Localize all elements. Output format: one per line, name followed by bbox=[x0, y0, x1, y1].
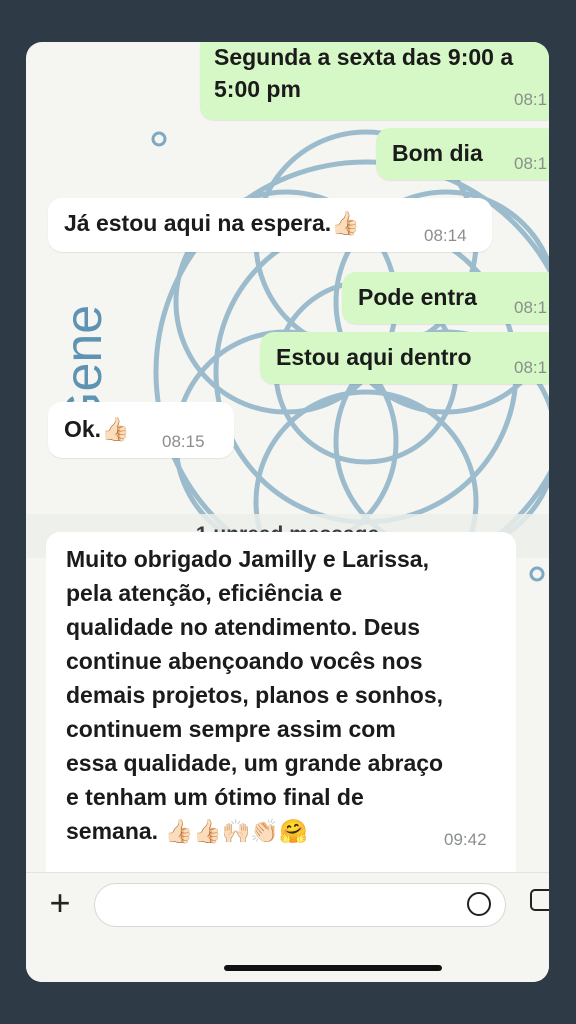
message-input[interactable] bbox=[94, 883, 506, 927]
message-text: Já estou aqui na espera.👍🏻 bbox=[64, 210, 360, 236]
message-text: e tenham um ótimo final de bbox=[66, 784, 364, 810]
message-time: 08:1 bbox=[514, 90, 548, 109]
plus-icon[interactable]: + bbox=[42, 885, 78, 921]
message-time: 08:1 bbox=[514, 298, 548, 317]
composer-bar: + bbox=[26, 872, 549, 982]
message-text: Bom dia bbox=[392, 140, 483, 166]
message-time: 08:1 bbox=[514, 154, 548, 173]
message-text: demais projetos, planos e sonhos, bbox=[66, 682, 444, 708]
chat-screen: Gene Segunda a sexta das 9:00 a 5:00 pm … bbox=[26, 42, 549, 982]
message-incoming[interactable]: Ok.👍🏻 08:15 bbox=[48, 402, 234, 458]
message-text: Segunda a sexta das 9:00 a bbox=[214, 44, 514, 70]
message-text: Ok.👍🏻 bbox=[64, 416, 130, 442]
message-text: essa qualidade, um grande abraço bbox=[66, 750, 444, 776]
message-time: 09:42 bbox=[444, 830, 487, 849]
message-text: Estou aqui dentro bbox=[276, 344, 472, 370]
message-outgoing[interactable]: Pode entra 08:1 bbox=[342, 272, 549, 324]
message-incoming-long[interactable]: Muito obrigado Jamilly e Larissa, pela a… bbox=[46, 532, 516, 902]
message-outgoing[interactable]: Estou aqui dentro 08:1 bbox=[260, 332, 549, 384]
message-text: qualidade no atendimento. Deus bbox=[66, 614, 420, 640]
message-time: 08:15 bbox=[162, 432, 205, 451]
sticker-icon[interactable] bbox=[467, 892, 491, 916]
message-text: continue abençoando vocês nos bbox=[66, 648, 423, 674]
message-incoming[interactable]: Já estou aqui na espera.👍🏻 08:14 bbox=[48, 198, 492, 252]
message-text: Pode entra bbox=[358, 284, 477, 310]
message-outgoing[interactable]: Bom dia 08:1 bbox=[376, 128, 549, 180]
message-text: 5:00 pm bbox=[214, 76, 301, 102]
message-time: 08:14 bbox=[424, 226, 467, 245]
message-outgoing[interactable]: Segunda a sexta das 9:00 a 5:00 pm 08:1 bbox=[200, 42, 549, 120]
message-text: Muito obrigado Jamilly e Larissa, bbox=[66, 546, 429, 572]
message-text: semana. 👍🏻👍🏻🙌🏻👏🏻🤗 bbox=[66, 818, 308, 844]
message-time: 08:1 bbox=[514, 358, 548, 377]
home-indicator bbox=[224, 965, 442, 971]
message-text: pela atenção, eficiência e bbox=[66, 580, 343, 606]
camera-icon[interactable] bbox=[530, 889, 549, 911]
message-text: continuem sempre assim com bbox=[66, 716, 396, 742]
